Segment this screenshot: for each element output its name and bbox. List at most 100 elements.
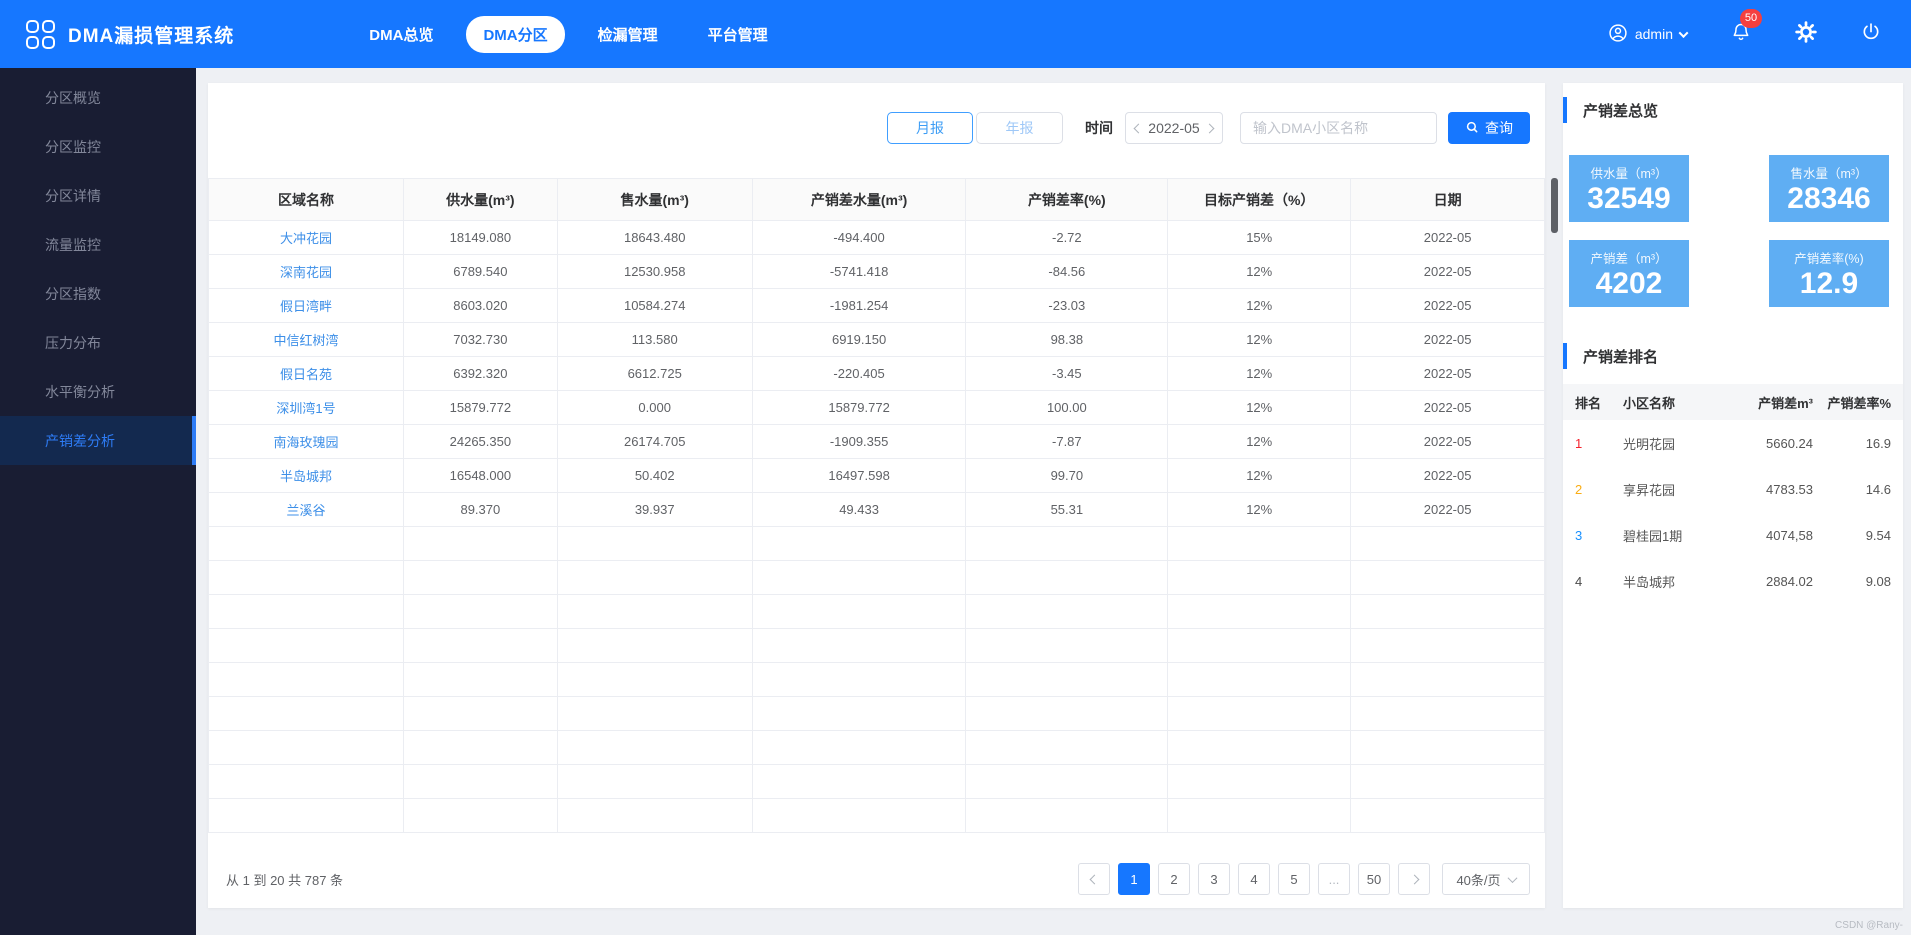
stat-card-4: 产销差率(%) 12.9 xyxy=(1769,240,1889,307)
chevron-left-icon xyxy=(1089,874,1099,884)
ranking-row: 4 半岛城邦 2884.02 9.08 xyxy=(1563,558,1903,604)
nav-item-2[interactable]: DMA分区 xyxy=(466,16,564,53)
nav-item-3[interactable]: 检漏管理 xyxy=(581,16,675,53)
user-name: admin xyxy=(1635,26,1673,42)
query-button-label: 查询 xyxy=(1485,118,1513,138)
rank-area-name: 半岛城邦 xyxy=(1623,572,1721,591)
column-header: 目标产销差（%） xyxy=(1168,179,1351,221)
rank-value: 2884.02 xyxy=(1721,574,1813,589)
user-menu[interactable]: admin xyxy=(1608,23,1687,46)
sidebar-item-5[interactable]: 分区指数 xyxy=(0,269,196,318)
query-button[interactable]: 查询 xyxy=(1448,112,1530,144)
search-input[interactable] xyxy=(1240,112,1437,144)
table-row: 深南花园6789.54012530.958-5741.418-84.5612%2… xyxy=(209,255,1545,289)
sidebar: 分区概览分区监控分区详情流量监控分区指数压力分布水平衡分析产销差分析 xyxy=(0,68,196,935)
table-row: 半岛城邦16548.00050.40216497.59899.7012%2022… xyxy=(209,459,1545,493)
user-icon xyxy=(1608,23,1628,46)
table-row: 兰溪谷89.37039.93749.43355.3112%2022-05 xyxy=(209,493,1545,527)
scrollbar-thumb[interactable] xyxy=(1551,178,1558,233)
sidebar-item-3[interactable]: 分区详情 xyxy=(0,171,196,220)
date-picker[interactable]: 2022-05 xyxy=(1125,112,1223,144)
top-navbar: DMA漏损管理系统 DMA总览DMA分区检漏管理平台管理 admin 50 xyxy=(0,0,1911,68)
column-header: 日期 xyxy=(1351,179,1545,221)
stat-card-1: 供水量（m³） 32549 xyxy=(1569,155,1689,222)
empty-row xyxy=(209,527,1545,561)
yearly-report-toggle[interactable]: 年报 xyxy=(976,112,1063,144)
ranking-column-header: 排名 xyxy=(1575,393,1623,412)
ranking-row: 2 享昇花园 4783.53 14.6 xyxy=(1563,466,1903,512)
empty-row xyxy=(209,731,1545,765)
area-link[interactable]: 假日湾畔 xyxy=(280,299,332,314)
ranking-column-header: 小区名称 xyxy=(1623,393,1721,412)
area-link[interactable]: 南海玫瑰园 xyxy=(274,435,339,450)
page-button-1[interactable]: 1 xyxy=(1118,863,1150,895)
page-button-...[interactable]: ... xyxy=(1318,863,1350,895)
next-page-button[interactable] xyxy=(1398,863,1430,895)
prev-page-button[interactable] xyxy=(1078,863,1110,895)
monthly-report-toggle[interactable]: 月报 xyxy=(887,112,973,144)
sidebar-item-4[interactable]: 流量监控 xyxy=(0,220,196,269)
sidebar-item-1[interactable]: 分区概览 xyxy=(0,73,196,122)
content-area: 月报 年报 时间 2022-05 查询 xyxy=(196,68,1911,935)
ranking-header: 排名小区名称产销差m³产销差率% xyxy=(1563,384,1903,420)
ranking-row: 1 光明花园 5660.24 16.9 xyxy=(1563,420,1903,466)
area-link[interactable]: 半岛城邦 xyxy=(280,469,332,484)
gear-icon xyxy=(1795,21,1817,48)
table-header-row: 区域名称供水量(m³)售水量(m³)产销差水量(m³)产销差率(%)目标产销差（… xyxy=(209,179,1545,221)
area-link[interactable]: 深圳湾1号 xyxy=(276,401,335,416)
ranking-table: 排名小区名称产销差m³产销差率% 1 光明花园 5660.24 16.9 2 享… xyxy=(1563,384,1903,604)
logout-button[interactable] xyxy=(1861,22,1881,47)
rank-area-name: 光明花园 xyxy=(1623,434,1721,453)
page-button-50[interactable]: 50 xyxy=(1358,863,1390,895)
rank-area-name: 碧桂园1期 xyxy=(1623,526,1721,545)
sidebar-item-2[interactable]: 分区监控 xyxy=(0,122,196,171)
sidebar-item-8[interactable]: 产销差分析 xyxy=(0,416,196,465)
dma-data-table: 区域名称供水量(m³)售水量(m³)产销差水量(m³)产销差率(%)目标产销差（… xyxy=(208,178,1545,833)
page-button-4[interactable]: 4 xyxy=(1238,863,1270,895)
pagination-bar: 从 1 到 20 共 787 条 12345...50 40条/页 xyxy=(208,850,1545,908)
stat-card-value: 28346 xyxy=(1787,183,1870,215)
page-button-3[interactable]: 3 xyxy=(1198,863,1230,895)
rank-rate: 9.54 xyxy=(1813,528,1891,543)
empty-row xyxy=(209,561,1545,595)
empty-row xyxy=(209,629,1545,663)
overview-section-title: 产销差总览 xyxy=(1563,97,1903,123)
page-button-5[interactable]: 5 xyxy=(1278,863,1310,895)
table-row: 南海玫瑰园24265.35026174.705-1909.355-7.8712%… xyxy=(209,425,1545,459)
sidebar-item-7[interactable]: 水平衡分析 xyxy=(0,367,196,416)
stat-card-label: 产销差率(%) xyxy=(1794,248,1863,267)
nav-item-1[interactable]: DMA总览 xyxy=(352,16,450,53)
area-link[interactable]: 假日名苑 xyxy=(280,367,332,382)
area-link[interactable]: 兰溪谷 xyxy=(287,503,326,518)
vertical-scrollbar[interactable] xyxy=(1545,83,1563,935)
column-header: 产销差水量(m³) xyxy=(752,179,966,221)
sidebar-item-6[interactable]: 压力分布 xyxy=(0,318,196,367)
chevron-left-icon[interactable] xyxy=(1134,123,1144,133)
main-nav: DMA总览 DMA分区检漏管理平台管理 xyxy=(352,16,784,53)
date-value: 2022-05 xyxy=(1148,120,1199,136)
table-row: 假日名苑6392.3206612.725-220.405-3.4512%2022… xyxy=(209,357,1545,391)
area-link[interactable]: 深南花园 xyxy=(280,265,332,280)
rank-rate: 16.9 xyxy=(1813,436,1891,451)
area-link[interactable]: 中信红树湾 xyxy=(274,333,339,348)
time-label: 时间 xyxy=(1085,118,1113,138)
rank-number: 2 xyxy=(1575,482,1623,497)
ranking-row: 3 碧桂园1期 4074,58 9.54 xyxy=(1563,512,1903,558)
settings-button[interactable] xyxy=(1795,21,1817,48)
empty-row xyxy=(209,765,1545,799)
notifications-button[interactable]: 50 xyxy=(1731,22,1751,47)
empty-row xyxy=(209,697,1545,731)
rank-value: 4074,58 xyxy=(1721,528,1813,543)
page-size-select[interactable]: 40条/页 xyxy=(1442,863,1530,895)
chevron-right-icon[interactable] xyxy=(1205,123,1215,133)
ranking-section-title: 产销差排名 xyxy=(1563,343,1903,369)
nav-item-4[interactable]: 平台管理 xyxy=(691,16,785,53)
table-row: 大冲花园18149.08018643.480-494.400-2.7215%20… xyxy=(209,221,1545,255)
column-header: 售水量(m³) xyxy=(557,179,752,221)
column-header: 区域名称 xyxy=(209,179,404,221)
navbar-right: admin 50 xyxy=(1608,21,1881,48)
stat-card-value: 4202 xyxy=(1596,268,1663,300)
page-button-2[interactable]: 2 xyxy=(1158,863,1190,895)
area-link[interactable]: 大冲花园 xyxy=(280,231,332,246)
ranking-column-header: 产销差率% xyxy=(1813,393,1891,412)
